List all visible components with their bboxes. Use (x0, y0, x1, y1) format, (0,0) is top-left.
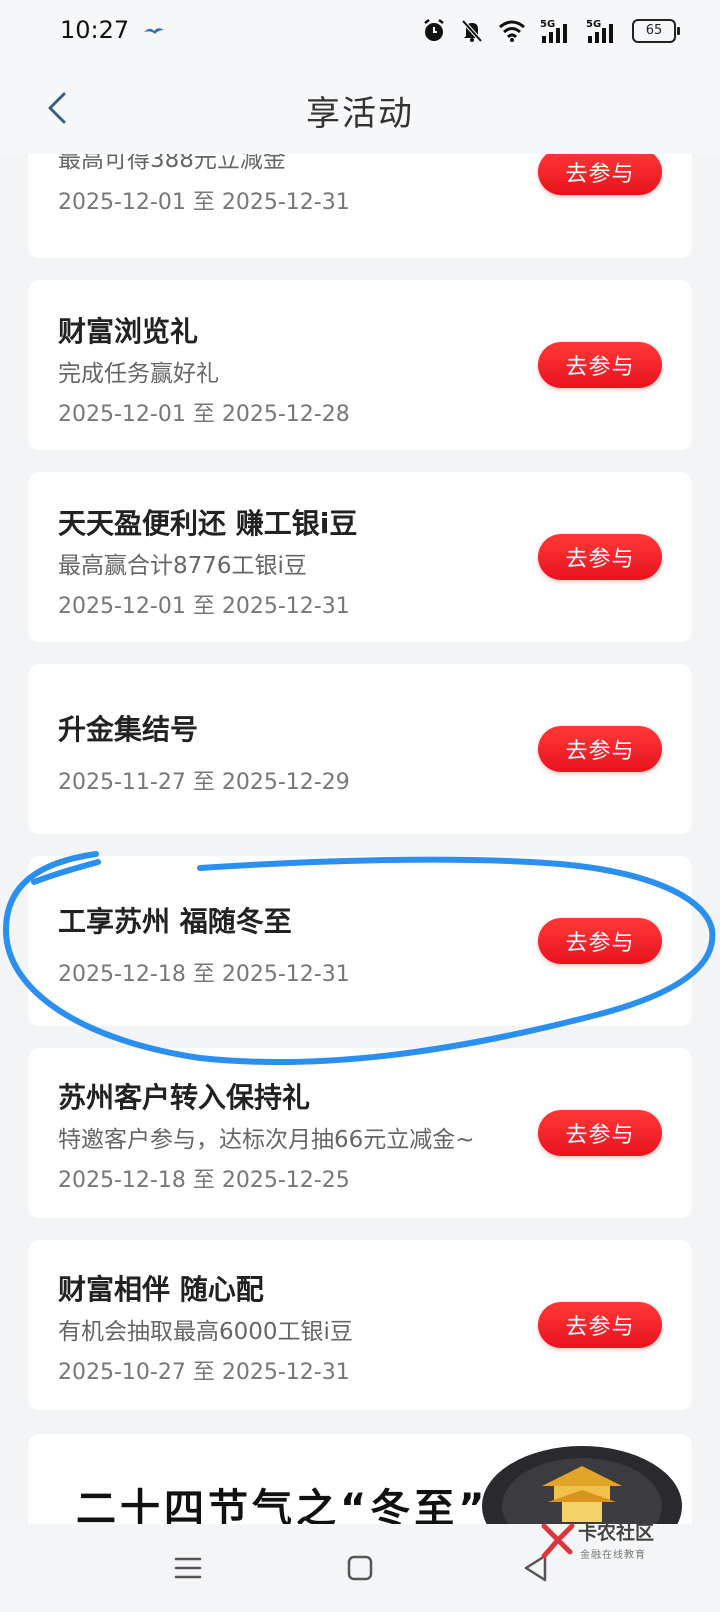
activity-title: 财富浏览礼 (58, 315, 199, 348)
join-button[interactable]: 去参与 (538, 154, 662, 195)
wifi-icon (499, 20, 525, 42)
activity-date: 2025-10-27 至 2025-12-31 (58, 1360, 350, 1385)
activity-title: 工享苏州 福随冬至 (58, 905, 292, 938)
promo-text: 二十四节气之“冬至” (76, 1486, 489, 1524)
activity-subtitle: 特邀客户参与，达标次月抽66元立减金~ (58, 1127, 475, 1153)
activity-subtitle: 最高赢合计8776工银i豆 (58, 553, 307, 579)
pavilion-image (482, 1446, 682, 1524)
activity-title: 升金集结号 (58, 713, 199, 746)
watermark-subtitle: 金融在线教育 (580, 1550, 646, 1561)
join-button[interactable]: 去参与 (538, 918, 662, 964)
join-button[interactable]: 去参与 (538, 342, 662, 388)
activity-card[interactable]: 财富浏览礼 完成任务赢好礼 2025-12-01 至 2025-12-28 去参… (28, 280, 692, 450)
battery-icon: 65 (632, 19, 680, 43)
promo-banner[interactable]: 二十四节气之“冬至” (28, 1434, 692, 1524)
activity-date: 2025-12-01 至 2025-12-28 (58, 402, 350, 427)
activity-date: 2025-12-18 至 2025-12-31 (58, 962, 350, 987)
status-icons: 5G 5G 65 (422, 16, 680, 46)
menu-icon[interactable] (170, 1550, 206, 1586)
activity-date: 2025-12-18 至 2025-12-25 (58, 1168, 350, 1193)
join-button[interactable]: 去参与 (538, 1110, 662, 1156)
activity-card[interactable]: 工享苏州 福随冬至 2025-12-18 至 2025-12-31 去参与 (28, 856, 692, 1026)
activity-card[interactable]: 最高可得388元立减金 2025-12-01 至 2025-12-31 去参与 (28, 154, 692, 258)
activity-subtitle: 最高可得388元立减金 (58, 154, 286, 173)
watermark: 卡农社区 金融在线教育 (540, 1516, 690, 1572)
status-bar: 10:27 5G 5G 65 (0, 0, 720, 62)
activity-card[interactable]: 财富相伴 随心配 有机会抽取最高6000工银i豆 2025-10-27 至 20… (28, 1240, 692, 1410)
watermark-logo-icon (541, 1523, 575, 1559)
watermark-title: 卡农社区 (578, 1522, 655, 1544)
activity-subtitle: 完成任务赢好礼 (58, 361, 219, 387)
activity-card[interactable]: 升金集结号 2025-11-27 至 2025-12-29 去参与 (28, 664, 692, 834)
join-button[interactable]: 去参与 (538, 726, 662, 772)
activity-date: 2025-12-01 至 2025-12-31 (58, 190, 350, 215)
activity-card[interactable]: 苏州客户转入保持礼 特邀客户参与，达标次月抽66元立减金~ 2025-12-18… (28, 1048, 692, 1218)
activity-title: 天天盈便利还 赚工银i豆 (58, 507, 358, 540)
alarm-icon (424, 19, 444, 41)
svg-text:5G: 5G (540, 19, 555, 30)
activity-title: 财富相伴 随心配 (58, 1273, 264, 1306)
mute-bell-icon (461, 19, 483, 43)
cell-signal-icon: 5G (540, 19, 567, 43)
page-title: 享活动 (306, 94, 414, 134)
activity-date: 2025-12-01 至 2025-12-31 (58, 594, 350, 619)
header: 享活动 (0, 62, 720, 154)
join-button[interactable]: 去参与 (538, 1302, 662, 1348)
svg-text:5G: 5G (586, 19, 601, 30)
activity-title: 苏州客户转入保持礼 (58, 1081, 311, 1114)
home-icon[interactable] (342, 1550, 378, 1586)
activity-list[interactable]: 最高可得388元立减金 2025-12-01 至 2025-12-31 去参与 … (0, 154, 720, 1524)
activity-card[interactable]: 天天盈便利还 赚工银i豆 最高赢合计8776工银i豆 2025-12-01 至 … (28, 472, 692, 642)
activity-subtitle: 有机会抽取最高6000工银i豆 (58, 1319, 353, 1345)
join-button[interactable]: 去参与 (538, 534, 662, 580)
cell-signal-icon: 5G (586, 19, 613, 43)
bird-app-icon (144, 28, 164, 34)
activity-date: 2025-11-27 至 2025-12-29 (58, 770, 350, 795)
status-time: 10:27 (60, 16, 130, 44)
